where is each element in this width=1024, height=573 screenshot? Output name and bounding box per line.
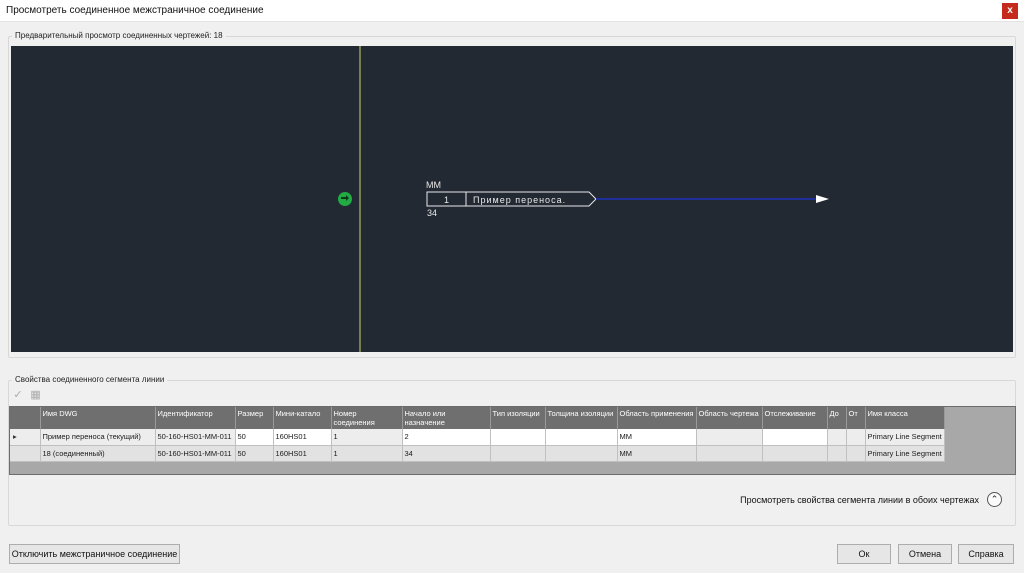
- grid-header-start-or-destination[interactable]: Начало или назначение: [402, 407, 491, 429]
- cell-drawing-area[interactable]: [696, 429, 763, 446]
- grid-header-size[interactable]: Размер: [235, 407, 274, 429]
- grid-header-minicatalog[interactable]: Мини-катало: [273, 407, 332, 429]
- cell-to[interactable]: [827, 445, 847, 462]
- row-marker[interactable]: ▸: [10, 429, 41, 446]
- cell-application-area[interactable]: MM: [617, 445, 697, 462]
- cell-application-area[interactable]: MM: [617, 429, 697, 446]
- cell-dwg-name[interactable]: Пример переноса (текущий): [40, 429, 156, 446]
- preview-legend: Предварительный просмотр соединенных чер…: [12, 31, 226, 40]
- cell-insulation-thickness[interactable]: [545, 429, 618, 446]
- offpage-node-icon: [338, 192, 352, 206]
- cell-connection-number[interactable]: 1: [331, 445, 403, 462]
- cell-start-or-destination[interactable]: 2: [402, 429, 491, 446]
- grid-header-from[interactable]: От: [846, 407, 866, 429]
- cell-size[interactable]: 50: [235, 429, 274, 446]
- grid-header-drawing-area[interactable]: Область чертежа: [696, 407, 763, 429]
- disconnect-button[interactable]: Отключить межстраничное соединение: [9, 544, 180, 564]
- title-bar: Просмотреть соединенное межстраничное со…: [0, 0, 1024, 22]
- cell-connection-number[interactable]: 1: [331, 429, 403, 446]
- cell-start-or-destination[interactable]: 34: [402, 445, 491, 462]
- grid-header-row: Имя DWG Идентификатор Размер Мини-катало…: [10, 407, 945, 429]
- row-marker[interactable]: [10, 445, 41, 462]
- check-icon[interactable]: ✓: [12, 389, 24, 401]
- grid-header-connection-number[interactable]: Номер соединения: [331, 407, 403, 429]
- cell-dwg-name[interactable]: 18 (соединенный): [40, 445, 156, 462]
- close-button[interactable]: x: [1002, 3, 1018, 19]
- flow-arrow-icon: [816, 195, 829, 203]
- tag-bottom-text: 34: [427, 208, 437, 218]
- segment-grid[interactable]: Имя DWG Идентификатор Размер Мини-катало…: [9, 406, 1016, 475]
- tag-top-text: MM: [426, 180, 441, 190]
- view-both-drawings-label: Просмотреть свойства сегмента линии в об…: [740, 495, 979, 505]
- ok-button[interactable]: Ок: [837, 544, 891, 564]
- cell-size[interactable]: 50: [235, 445, 274, 462]
- cell-class-name[interactable]: Primary Line Segment: [865, 445, 945, 462]
- cancel-button[interactable]: Отмена: [898, 544, 952, 564]
- grid-header-class-name[interactable]: Имя класса: [865, 407, 945, 429]
- cell-minicatalog[interactable]: 160HS01: [273, 429, 332, 446]
- cell-to[interactable]: [827, 429, 847, 446]
- cell-from[interactable]: [846, 429, 866, 446]
- grid-header-corner: [10, 407, 41, 429]
- tag-number-text: 1: [444, 195, 449, 205]
- edit-icon[interactable]: ▦: [30, 389, 42, 401]
- window-title: Просмотреть соединенное межстраничное со…: [6, 5, 264, 16]
- grid-header-to[interactable]: До: [827, 407, 847, 429]
- tag-label-text: Пример переноса.: [473, 195, 566, 205]
- cell-drawing-area[interactable]: [696, 445, 763, 462]
- chevron-up-icon[interactable]: ⌃: [987, 492, 1002, 507]
- drawing-preview[interactable]: MM 1 Пример переноса. 34: [11, 46, 1013, 352]
- cell-insulation-thickness[interactable]: [545, 445, 618, 462]
- grid-header-dwg-name[interactable]: Имя DWG: [40, 407, 156, 429]
- table-row[interactable]: 18 (соединенный) 50-160-HS01-MM-011 50 1…: [10, 445, 945, 462]
- cell-minicatalog[interactable]: 160HS01: [273, 445, 332, 462]
- cell-from[interactable]: [846, 445, 866, 462]
- cell-insulation-type[interactable]: [490, 429, 546, 446]
- cell-insulation-type[interactable]: [490, 445, 546, 462]
- grid-header-application-area[interactable]: Область применения: [617, 407, 697, 429]
- table-row[interactable]: ▸ Пример переноса (текущий) 50-160-HS01-…: [10, 429, 945, 446]
- grid-header-insulation-type[interactable]: Тип изоляции: [490, 407, 546, 429]
- cell-class-name[interactable]: Primary Line Segment: [865, 429, 945, 446]
- cell-identifier[interactable]: 50-160-HS01-MM-011: [155, 429, 236, 446]
- grid-header-identifier[interactable]: Идентификатор: [155, 407, 236, 429]
- cell-tracking[interactable]: [762, 429, 828, 446]
- grid-header-insulation-thickness[interactable]: Толщина изоляции: [545, 407, 618, 429]
- help-button[interactable]: Справка: [958, 544, 1014, 564]
- grid-header-tracking[interactable]: Отслеживание: [762, 407, 828, 429]
- segment-props-legend: Свойства соединенного сегмента линии: [12, 375, 168, 384]
- cell-tracking[interactable]: [762, 445, 828, 462]
- grid-toolbar: ✓ ▦: [12, 389, 45, 403]
- cell-identifier[interactable]: 50-160-HS01-MM-011: [155, 445, 236, 462]
